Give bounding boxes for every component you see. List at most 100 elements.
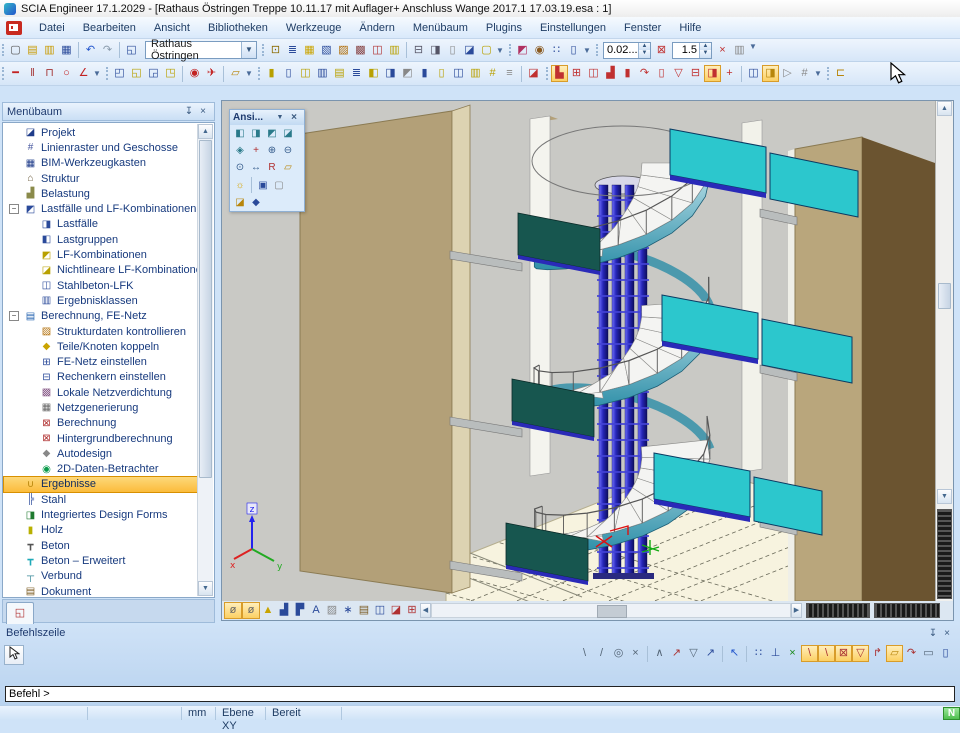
menu--ndern[interactable]: Ändern	[350, 18, 403, 38]
scroll-thumb[interactable]	[938, 283, 951, 309]
print-icon[interactable]: ⊟	[410, 42, 427, 59]
member-beam-icon[interactable]: ▯	[280, 65, 297, 82]
zoom-all-icon[interactable]: ↔	[248, 160, 264, 175]
snap-polygon-icon[interactable]: ▱	[886, 645, 903, 662]
toolbar-overflow-icon[interactable]: ▼	[813, 69, 823, 78]
tree-item-stahlbeton-lfk[interactable]: ◫Stahlbeton-LFK	[4, 278, 197, 293]
circle-icon[interactable]: ○	[58, 65, 75, 82]
member-column-icon[interactable]: ▮	[263, 65, 280, 82]
snap-vector-icon[interactable]: ↗	[702, 645, 719, 662]
menu-bearbeiten[interactable]: Bearbeiten	[74, 18, 145, 38]
snap-midpoint-icon[interactable]: ×	[784, 645, 801, 662]
tree-item-dokument[interactable]: ▤Dokument	[4, 584, 197, 598]
table-icon[interactable]: ▥	[386, 42, 403, 59]
tree-item-projekt[interactable]: ◪Projekt	[4, 125, 197, 140]
tree-item-teile-knoten-koppeln[interactable]: ◆Teile/Knoten koppeln	[4, 339, 197, 354]
status-badge[interactable]: N	[943, 707, 960, 720]
close-icon[interactable]: ×	[196, 106, 210, 117]
dim-line-icon[interactable]: ⊓	[41, 65, 58, 82]
tree-item-stahl[interactable]: ╠Stahl	[4, 492, 197, 507]
render-window-icon[interactable]: ◫	[745, 65, 762, 82]
tree-item-hintergrundberechnung[interactable]: ⊠Hintergrundberechnung	[4, 431, 197, 446]
support-fixed-icon[interactable]: ▙	[551, 65, 568, 82]
snap-grid-points-icon[interactable]: ∷	[750, 645, 767, 662]
tree-item-lf-kombinationen[interactable]: ◩LF-Kombinationen	[4, 247, 197, 262]
snap-segment-icon[interactable]: /	[593, 645, 610, 662]
pointer-mode-icon[interactable]: ▷	[779, 65, 796, 82]
scia-logo-icon[interactable]	[6, 21, 22, 35]
member-arbitrary-icon[interactable]: ◫	[450, 65, 467, 82]
document-blue-icon[interactable]: ◪	[461, 42, 478, 59]
menu-men-baum[interactable]: Menübaum	[404, 18, 477, 38]
close-icon[interactable]: ×	[940, 628, 954, 639]
menu-hilfe[interactable]: Hilfe	[670, 18, 710, 38]
snap-tangent-icon[interactable]: ↱	[869, 645, 886, 662]
export-folder-icon[interactable]: ▱	[227, 65, 244, 82]
save-all-icon[interactable]: ▥	[41, 42, 58, 59]
activity-icon[interactable]: ◩	[514, 42, 531, 59]
tree-item-netzgenerierung[interactable]: ▦Netzgenerierung	[4, 400, 197, 415]
tree-item-nichtlineare-lf-kombinationen[interactable]: ◪Nichtlineare LF-Kombinationen	[4, 263, 197, 278]
load-scale-icon[interactable]: ⊠	[653, 42, 670, 59]
spin-down-icon[interactable]: ▼	[639, 50, 650, 58]
redo-icon[interactable]: ↷	[99, 42, 116, 59]
dimension-icon[interactable]: ‖	[24, 65, 41, 82]
member-plate-icon[interactable]: ▥	[314, 65, 331, 82]
tree-item-beton-erweitert[interactable]: ┳Beton – Erweitert	[4, 553, 197, 568]
snap-toolbox-icon[interactable]: ▯	[937, 645, 954, 662]
viewport-hscrollbar[interactable]	[431, 603, 791, 618]
frame-icon[interactable]: ◫	[369, 42, 386, 59]
zoom-window-icon[interactable]: ⊙	[232, 160, 248, 175]
tree-item-integriertes-design-forms[interactable]: ◨Integriertes Design Forms	[4, 507, 197, 522]
numbers-icon[interactable]: ▥	[731, 42, 748, 59]
toolbar-overflow-icon[interactable]: ▼	[582, 46, 592, 55]
load-scale-spinner[interactable]: 0.02... ▲▼	[603, 42, 651, 59]
zoom-out-icon[interactable]: ⊖	[280, 143, 296, 158]
tree-item-berechnung[interactable]: ⊠Berechnung	[4, 416, 197, 431]
snap-circle-icon[interactable]: ◎	[610, 645, 627, 662]
tree-item-rechenkern-einstellen[interactable]: ⊟Rechenkern einstellen	[4, 370, 197, 385]
snap-line-icon[interactable]: \	[576, 645, 593, 662]
support-wall-icon[interactable]: ⊟	[687, 65, 704, 82]
result-scale-icon[interactable]: ×	[714, 42, 731, 59]
tree-item-verbund[interactable]: ┬Verbund	[4, 569, 197, 584]
scroll-down-icon[interactable]: ▼	[937, 489, 952, 504]
scroll-right-icon[interactable]: ▶	[791, 603, 802, 618]
undo-icon[interactable]: ↶	[82, 42, 99, 59]
menu-datei[interactable]: Datei	[30, 18, 74, 38]
engineering-report-icon[interactable]: ▯	[444, 42, 461, 59]
clip-below-icon[interactable]: ø	[242, 602, 260, 619]
paste-view-icon[interactable]: ◳	[162, 65, 179, 82]
scroll-down-icon[interactable]: ▼	[198, 581, 213, 596]
calculator-icon[interactable]: ▦	[301, 42, 318, 59]
snap-orthogonal-icon[interactable]: ▽	[852, 645, 869, 662]
view-front-icon[interactable]: ◨	[248, 126, 264, 141]
view-rotation-slider-2[interactable]	[874, 603, 940, 618]
grid-snap-icon[interactable]: ∷	[548, 42, 565, 59]
snap-arc-icon[interactable]: ↷	[903, 645, 920, 662]
tree-item-struktur[interactable]: ⌂Struktur	[4, 171, 197, 186]
support-hinged-icon[interactable]: ⊞	[568, 65, 585, 82]
save-icon[interactable]: ▦	[58, 42, 75, 59]
snap-axis-icon[interactable]: ⊥	[767, 645, 784, 662]
scroll-up-icon[interactable]: ▲	[937, 101, 952, 116]
clipping-box-icon[interactable]: ◪	[232, 195, 248, 210]
fly-mode-icon[interactable]: ✈	[203, 65, 220, 82]
scroll-left-icon[interactable]: ◀	[420, 603, 431, 618]
pin-icon[interactable]: ↧	[926, 628, 940, 639]
view-side-icon[interactable]: ◩	[264, 126, 280, 141]
snap-angle-icon[interactable]: ∧	[651, 645, 668, 662]
member-free-icon[interactable]: ◪	[525, 65, 542, 82]
member-shell-icon[interactable]: ◨	[382, 65, 399, 82]
project-combo[interactable]: Rathaus Östringen ▼	[145, 41, 257, 59]
tree-item-lokale-netzverdichtung[interactable]: ▩Lokale Netzverdichtung	[4, 385, 197, 400]
support-sliding-icon[interactable]: ◫	[585, 65, 602, 82]
project-window-icon[interactable]: ◱	[123, 42, 140, 59]
view-rotation-slider-1[interactable]	[806, 603, 870, 618]
support-point-icon[interactable]: ▟	[602, 65, 619, 82]
scroll-up-icon[interactable]: ▲	[198, 124, 213, 139]
tree-scrollbar[interactable]: ▲ ▼	[197, 124, 213, 596]
spin-down-icon[interactable]: ▼	[700, 50, 711, 58]
menu-werkzeuge[interactable]: Werkzeuge	[277, 18, 350, 38]
grid-display-icon[interactable]: ⊞	[404, 602, 420, 619]
